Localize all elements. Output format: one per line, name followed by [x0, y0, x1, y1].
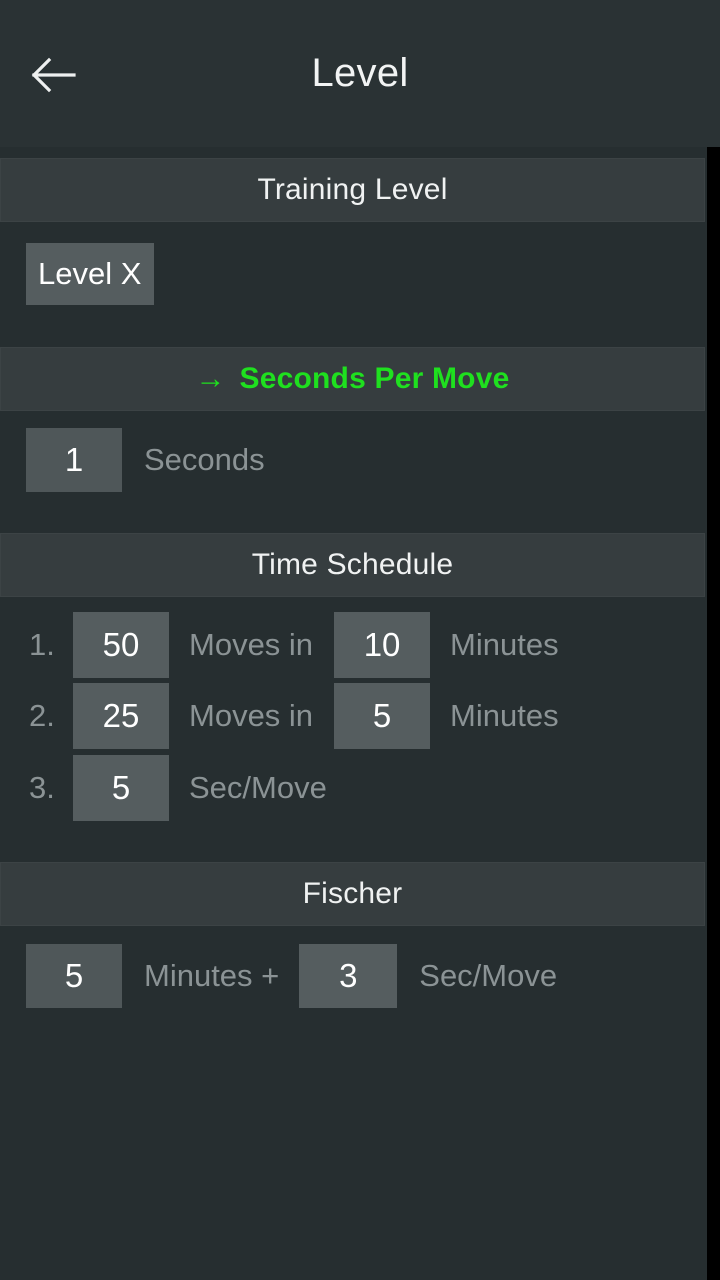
- section-header-fischer[interactable]: Fischer: [0, 862, 705, 926]
- seconds-per-move-label: Seconds: [144, 442, 265, 477]
- seconds-per-move-input[interactable]: 1: [26, 428, 122, 492]
- time-schedule-moves-label-1: Moves in: [189, 627, 314, 662]
- section-title-training-level: Training Level: [257, 173, 448, 206]
- fischer-row: 5 Minutes + 3 Sec/Move: [26, 944, 557, 1008]
- time-schedule-secmove-label-3: Sec/Move: [189, 770, 327, 805]
- training-level-row: Level X: [26, 243, 154, 305]
- time-schedule-minutes-input-1[interactable]: 10: [334, 612, 431, 678]
- back-button[interactable]: [18, 40, 88, 110]
- fischer-increment-input[interactable]: 3: [299, 944, 398, 1008]
- section-header-training-level: Training Level: [0, 158, 705, 222]
- time-schedule-row-index: 2.: [29, 698, 55, 733]
- time-schedule-row: 1. 50 Moves in 10 Minutes: [29, 612, 559, 678]
- seconds-per-move-row: 1 Seconds: [26, 428, 265, 492]
- scrollbar[interactable]: [707, 147, 720, 1280]
- time-schedule-minutes-label-2: Minutes: [450, 698, 559, 733]
- app-screen: Level Training Level Level X → Seconds P…: [0, 0, 720, 1280]
- time-schedule-row: 3. 5 Sec/Move: [29, 755, 327, 821]
- section-title-seconds-per-move: Seconds Per Move: [239, 362, 510, 395]
- section-header-time-schedule[interactable]: Time Schedule: [0, 533, 705, 597]
- time-schedule-row-index: 3.: [29, 770, 55, 805]
- fischer-increment-label: Sec/Move: [419, 958, 558, 993]
- time-schedule-row-index: 1.: [29, 627, 55, 662]
- time-schedule-minutes-input-2[interactable]: 5: [334, 683, 431, 749]
- time-schedule-row: 2. 25 Moves in 5 Minutes: [29, 683, 559, 749]
- time-schedule-moves-input-1[interactable]: 50: [73, 612, 169, 678]
- arrow-right-icon: →: [195, 362, 226, 395]
- time-schedule-moves-input-2[interactable]: 25: [73, 683, 169, 749]
- time-schedule-moves-label-2: Moves in: [189, 698, 314, 733]
- page-title: Level: [311, 51, 409, 95]
- section-title-time-schedule: Time Schedule: [251, 548, 454, 581]
- time-schedule-secmove-input-3[interactable]: 5: [73, 755, 169, 821]
- section-title-fischer: Fischer: [302, 877, 403, 910]
- app-bar: Level: [0, 0, 720, 147]
- settings-scroll-area: Training Level Level X → Seconds Per Mov…: [0, 147, 707, 1280]
- fischer-minutes-label: Minutes +: [144, 958, 280, 993]
- training-level-value[interactable]: Level X: [26, 243, 154, 305]
- arrow-left-icon: [30, 57, 76, 93]
- section-header-seconds-per-move[interactable]: → Seconds Per Move: [0, 347, 705, 411]
- time-schedule-minutes-label-1: Minutes: [450, 627, 559, 662]
- fischer-minutes-input[interactable]: 5: [26, 944, 122, 1008]
